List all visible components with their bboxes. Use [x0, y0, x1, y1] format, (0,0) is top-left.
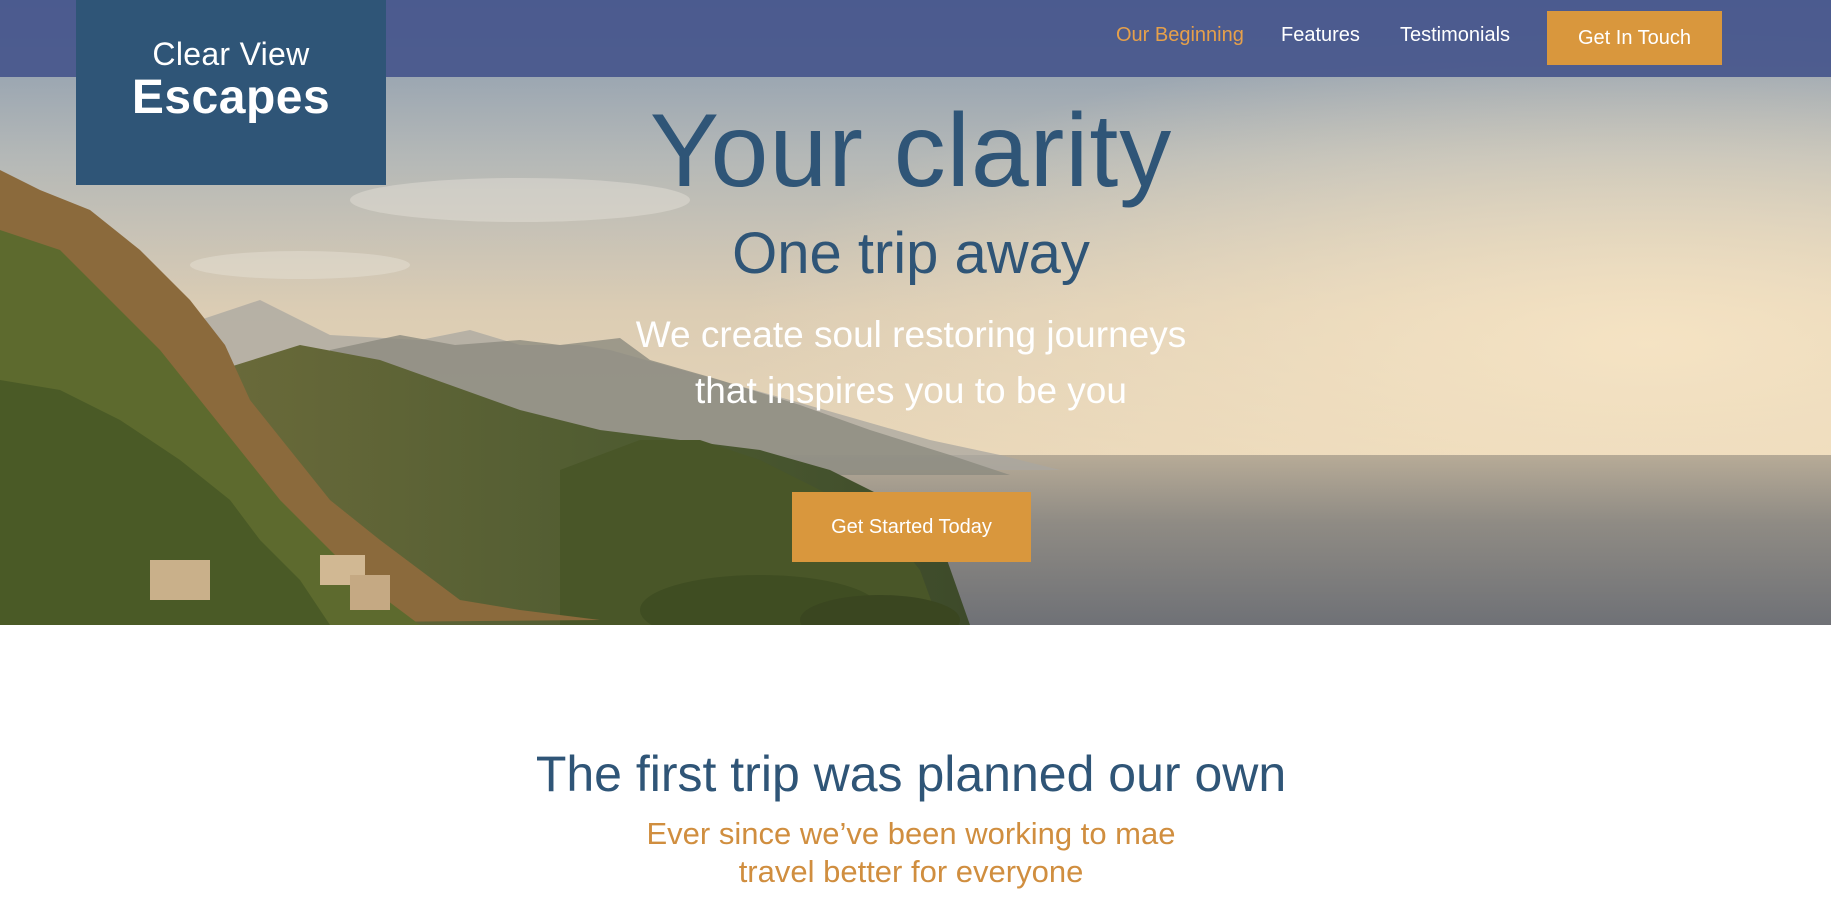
logo-text-line1: Clear View	[152, 36, 310, 72]
hero-title: Your clarity	[649, 93, 1173, 209]
intro-subtitle-line1: Ever since we’ve been working to mae	[646, 816, 1176, 851]
intro-subtitle-line2: travel better for everyone	[738, 854, 1084, 889]
hero-description: We create soul restoring journeys that i…	[635, 314, 1187, 411]
nav-link-features[interactable]: Features	[1281, 24, 1360, 47]
get-started-button[interactable]: Get Started Today	[792, 492, 1031, 562]
get-in-touch-button[interactable]: Get In Touch	[1547, 11, 1722, 65]
nav-link-our-beginning[interactable]: Our Beginning	[1116, 24, 1244, 47]
intro-title: The first trip was planned our own	[535, 746, 1287, 802]
nav-link-testimonials[interactable]: Testimonials	[1400, 24, 1510, 47]
hero-subtitle: One trip away	[732, 221, 1090, 286]
intro-subtitle: Ever since we’ve been working to mae tra…	[611, 815, 1211, 891]
